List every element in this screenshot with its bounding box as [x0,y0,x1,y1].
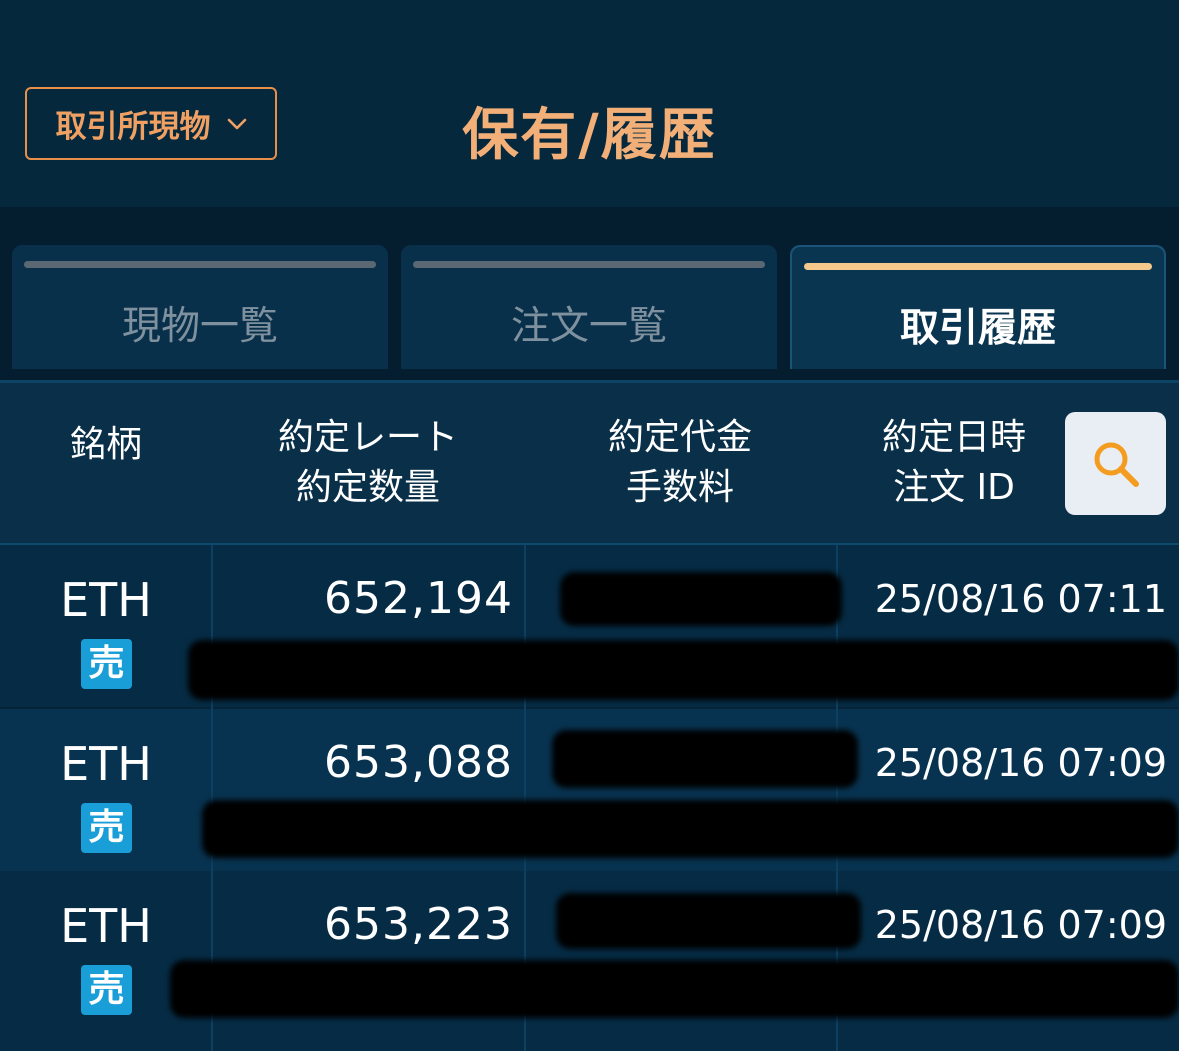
tab-orders[interactable]: 注文一覧 [401,245,777,369]
tab-label: 注文一覧 [510,304,667,349]
tab-indicator [413,261,765,268]
row-rate: 653,223 [324,899,513,950]
col-rate: 約定レート [277,417,458,458]
row-symbol: ETH [60,573,152,627]
col-symbol: 銘柄 [69,424,142,465]
redacted-amount [560,572,842,626]
row-datetime: 25/08/16 07:09 [874,903,1167,947]
sell-badge: 売 [81,803,132,853]
tab-bar: 現物一覧 注文一覧 取引履歴 [0,207,1179,382]
row-symbol: ETH [60,737,152,791]
col-amount-fee: 約定代金 手数料 [524,413,836,513]
col-datetime: 約定日時 [881,417,1026,458]
col-amount: 約定代金 [607,417,752,458]
row-rate: 652,194 [324,573,513,624]
redacted-quantity-fee-id [202,800,1179,858]
row-symbol: ETH [60,899,152,953]
col-datetime-orderid: 約定日時 注文 ID [836,413,1072,513]
row-datetime: 25/08/16 07:09 [874,741,1167,785]
tab-label: 取引履歴 [899,306,1056,351]
col-fee: 手数料 [625,467,734,508]
search-button[interactable] [1065,412,1166,515]
search-icon [1094,442,1139,487]
col-order-id: 注文 ID [893,467,1015,508]
tab-holdings[interactable]: 現物一覧 [12,245,388,369]
column-header: 銘柄 約定レート 約定数量 約定代金 手数料 約定日時 注文 ID [0,383,1179,545]
tab-label: 現物一覧 [121,304,278,349]
col-quantity: 約定数量 [295,467,440,508]
tab-trade-history[interactable]: 取引履歴 [790,245,1166,369]
row-datetime: 25/08/16 07:11 [874,577,1167,621]
page-title: 保有/履歴 [462,103,717,168]
sell-badge: 売 [81,965,132,1015]
redacted-quantity-fee-id [170,960,1179,1018]
redacted-quantity-fee-id [188,640,1179,700]
redacted-amount [556,893,861,949]
app-header: 取引所現物 保有/履歴 [0,0,1179,207]
row-rate: 653,088 [324,737,513,788]
redacted-amount [552,730,858,788]
tab-indicator [24,261,376,268]
tab-indicator-active [804,263,1152,270]
col-rate-quantity: 約定レート 約定数量 [212,413,524,513]
sell-badge: 売 [81,639,132,689]
